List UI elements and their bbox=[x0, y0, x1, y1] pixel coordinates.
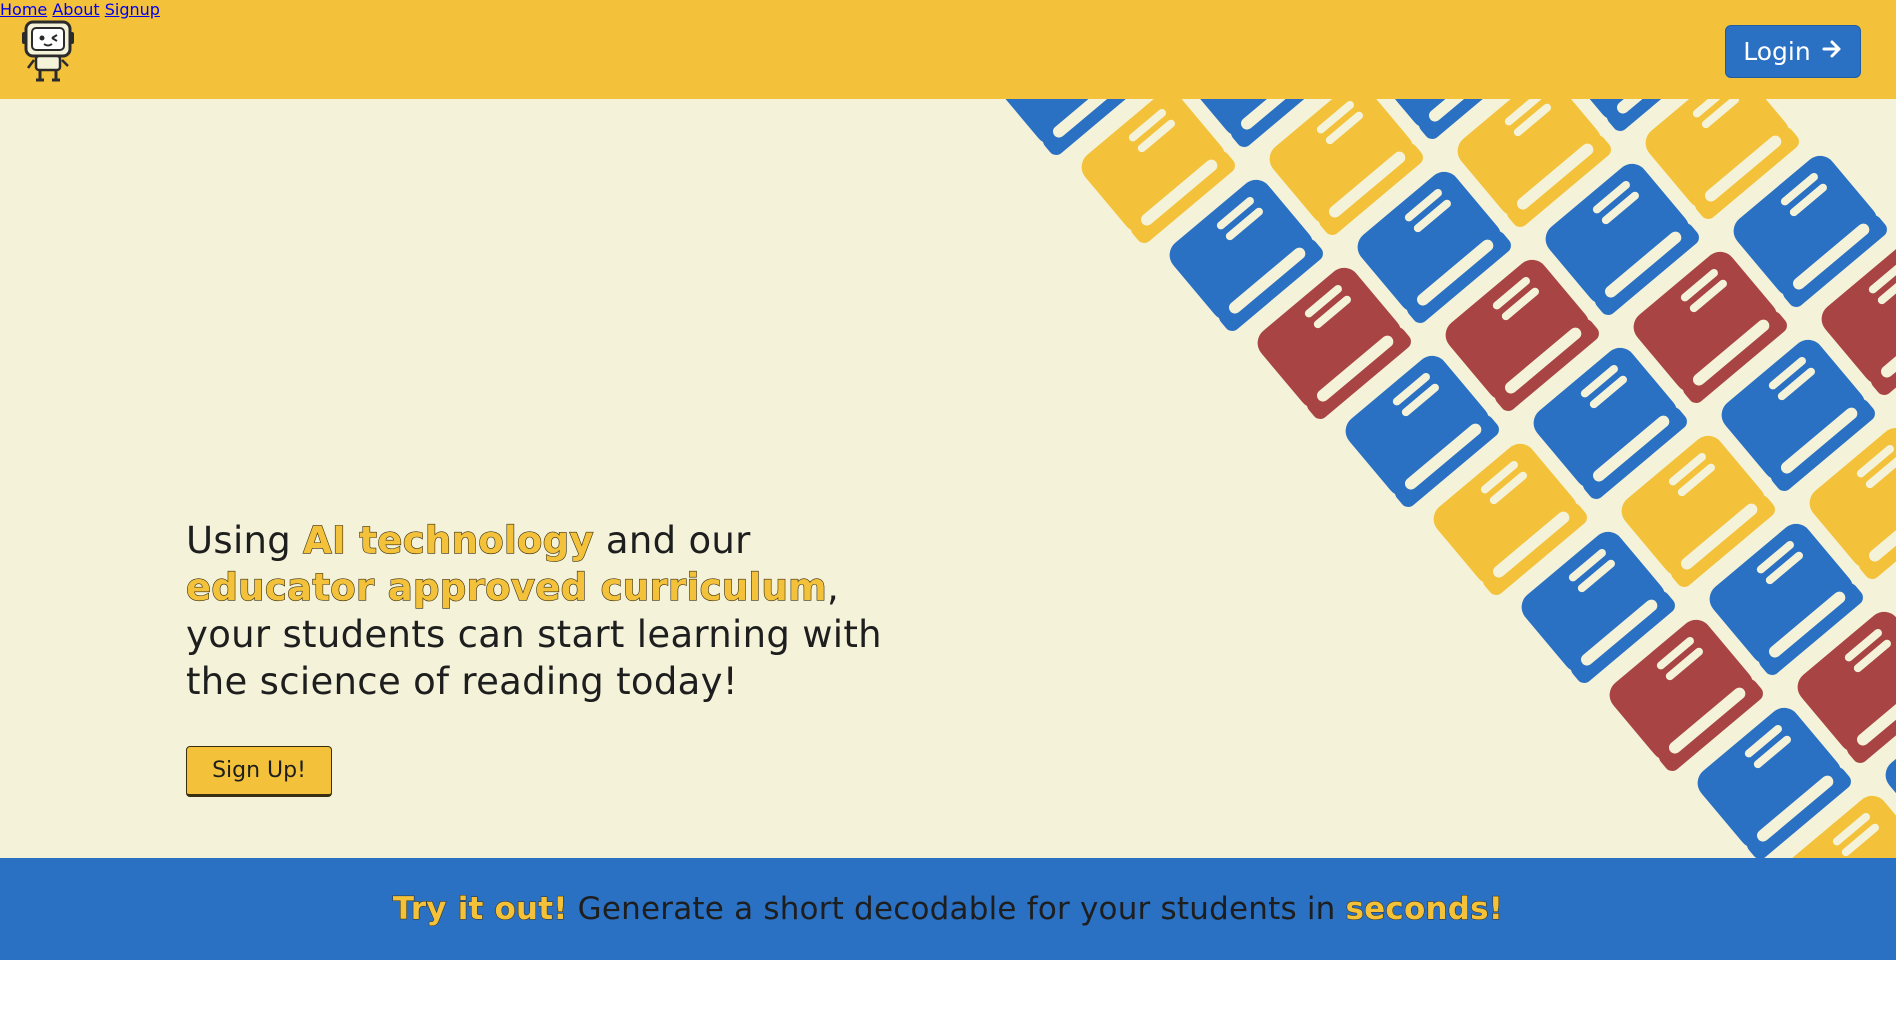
highlight-ai-technology: AI technology bbox=[303, 518, 595, 562]
banner-highlight-start: Try it out! bbox=[392, 891, 568, 928]
hero-tagline: Using AI technology and our educator app… bbox=[185, 517, 886, 705]
highlight-curriculum: educator approved curriculum bbox=[185, 565, 827, 609]
robot-mascot-icon[interactable] bbox=[20, 12, 76, 84]
nav-link-signup[interactable]: Signup bbox=[105, 0, 160, 19]
login-label: Login bbox=[1743, 37, 1811, 66]
try-it-banner: Try it out! Generate a short decodable f… bbox=[0, 858, 1896, 960]
arrow-right-icon bbox=[1821, 38, 1843, 65]
book-pattern bbox=[993, 99, 1896, 858]
top-navbar: Home About Signup Login bbox=[0, 0, 1896, 99]
hero-section: Using AI technology and our educator app… bbox=[0, 99, 1896, 858]
hero-text-2: and our bbox=[593, 519, 751, 562]
hero-text-1: Using bbox=[186, 519, 304, 562]
hero-signup-button[interactable]: Sign Up! bbox=[186, 746, 332, 797]
login-button[interactable]: Login bbox=[1725, 25, 1861, 78]
banner-text: Generate a short decodable for your stud… bbox=[577, 891, 1336, 927]
banner-highlight-end: seconds! bbox=[1345, 891, 1504, 928]
